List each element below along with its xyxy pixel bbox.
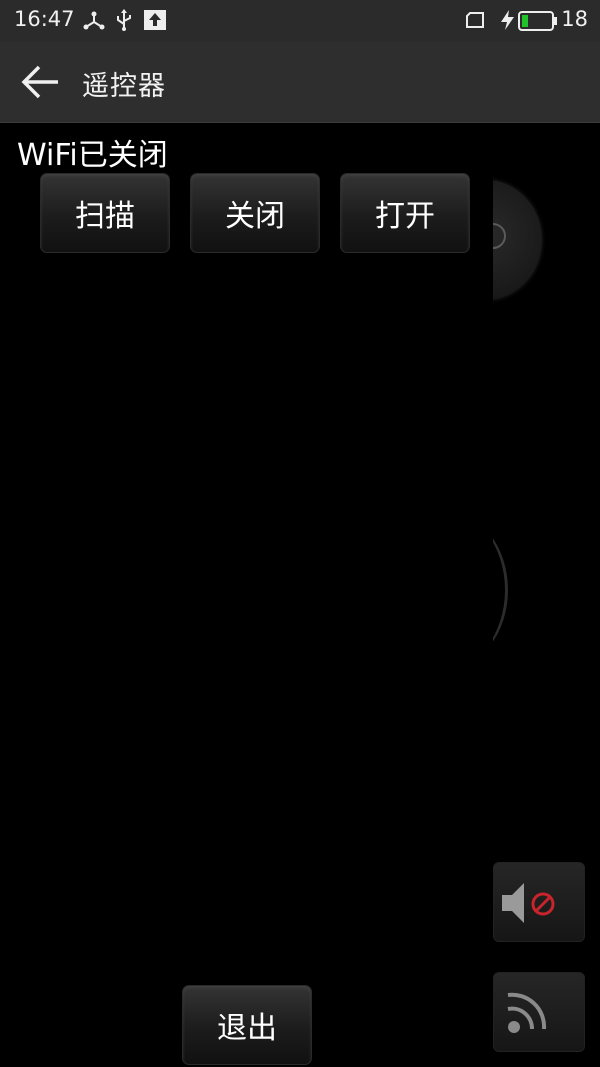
upload-icon [144, 10, 166, 30]
open-button[interactable]: 打开 [340, 173, 470, 253]
close-button[interactable]: 关闭 [190, 173, 320, 253]
mute-button[interactable] [493, 862, 585, 942]
page-title: 遥控器 [82, 71, 166, 102]
status-time: 16:47 [14, 7, 75, 31]
overlay-panel [0, 160, 493, 1067]
status-bar: 16:47 18 [0, 0, 600, 42]
battery-level: 18 [561, 7, 588, 31]
usb-icon [117, 9, 131, 31]
exit-button[interactable]: 退出 [182, 985, 312, 1065]
action-bar: 遥控器 [0, 42, 600, 123]
wifi-status-text: WiFi已关闭 [17, 138, 168, 173]
arrow-left-icon[interactable] [20, 62, 62, 102]
cast-button[interactable] [493, 972, 585, 1052]
share-icon [83, 11, 105, 30]
battery-icon [518, 11, 557, 31]
mute-icon [502, 883, 555, 923]
cast-icon [507, 992, 547, 1033]
charging-icon [501, 10, 514, 30]
sim-icon [466, 12, 484, 28]
scan-button[interactable]: 扫描 [40, 173, 170, 253]
